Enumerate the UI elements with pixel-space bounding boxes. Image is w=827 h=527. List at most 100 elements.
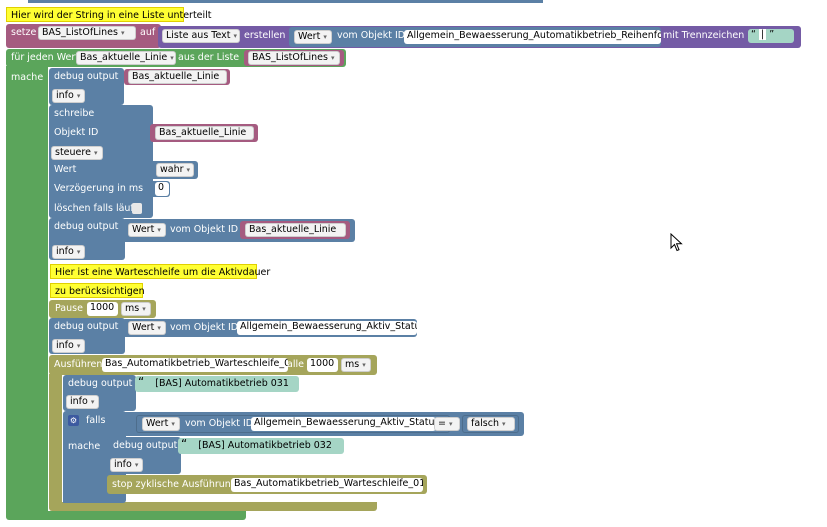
variable-dropdown[interactable]: Bas_aktuelle_Linie bbox=[128, 70, 227, 84]
mouse-cursor-icon bbox=[670, 233, 683, 252]
debug-output-block[interactable]: debug output info ▾ bbox=[49, 218, 125, 260]
debug-output-label: debug output bbox=[54, 321, 119, 332]
debug-output-block[interactable]: debug output info ▾ bbox=[107, 437, 181, 474]
create-keyword: erstellen bbox=[244, 30, 286, 41]
get-value-block[interactable]: Wert ▾ vom Objekt ID Bas_aktuelle_Linie bbox=[122, 219, 355, 242]
debug-output-label: debug output bbox=[54, 221, 119, 232]
value-type-dropdown[interactable]: Wert ▾ bbox=[142, 417, 180, 431]
object-id-field[interactable]: Allgemein_Bewaesserung_Aktiv_Status bbox=[251, 417, 436, 431]
foreach-loop-bottom bbox=[6, 511, 246, 520]
every-keyword: alle bbox=[287, 359, 304, 370]
boolean-dropdown[interactable]: falsch ▾ bbox=[467, 417, 515, 431]
text-value[interactable]: [BAS] Automatikbetrieb 032 bbox=[198, 440, 332, 451]
previous-block-edge bbox=[28, 0, 543, 3]
value-type-dropdown[interactable]: Wert ▾ bbox=[128, 321, 166, 335]
debug-output-label: debug output bbox=[54, 71, 119, 82]
log-level-dropdown[interactable]: info ▾ bbox=[52, 89, 85, 103]
text-value[interactable]: [BAS] Automatikbetrieb 031 bbox=[155, 378, 289, 389]
log-level-dropdown[interactable]: info ▾ bbox=[110, 458, 143, 472]
object-id-label: Objekt ID bbox=[54, 127, 99, 138]
pause-unit-dropdown[interactable]: ms ▾ bbox=[121, 302, 151, 316]
comment-consider-duration[interactable]: zu berücksichtigen bbox=[50, 283, 145, 298]
value-type-dropdown[interactable]: Wert ▾ bbox=[294, 30, 332, 44]
list-variable-block[interactable]: BAS_ListOfLines ▾ bbox=[244, 50, 344, 66]
do-keyword: mache bbox=[68, 441, 101, 452]
debug-output-block[interactable]: debug output info ▾ bbox=[49, 68, 124, 105]
debug-output-block[interactable]: debug output info ▾ bbox=[63, 375, 136, 411]
log-level-dropdown[interactable]: info ▾ bbox=[52, 245, 85, 259]
pause-block[interactable]: Pause 1000 ms ▾ bbox=[49, 300, 156, 318]
text-block[interactable]: “ [BAS] Automatikbetrieb 031 bbox=[135, 376, 299, 392]
get-value-block[interactable]: Wert ▾ vom Objekt ID Allgemein_Bewaesseru… bbox=[289, 27, 661, 47]
pause-value-field[interactable]: 1000 bbox=[87, 302, 118, 316]
debug-output-label: debug output bbox=[68, 378, 133, 389]
write-state-block[interactable]: schreibe Objekt ID steuere ▾ Wert Verzöge… bbox=[49, 105, 153, 218]
delimiter-value[interactable]: | bbox=[758, 29, 767, 40]
if-body-arm bbox=[63, 455, 107, 503]
comment-split-string[interactable]: Hier wird der String in eine Liste unter… bbox=[6, 7, 212, 22]
boolean-block[interactable]: wahr ▾ bbox=[150, 161, 198, 179]
pause-label: Pause bbox=[55, 303, 83, 314]
interval-block[interactable]: Ausführen Bas_Automatikbetrieb_Warteschl… bbox=[49, 355, 377, 375]
operator-dropdown[interactable]: = ▾ bbox=[434, 417, 460, 431]
from-object-keyword: vom Objekt ID bbox=[170, 224, 239, 235]
loop-variable-dropdown[interactable]: Bas_aktuelle_Linie ▾ bbox=[76, 51, 176, 65]
number-block[interactable]: 0 bbox=[150, 181, 170, 197]
from-object-keyword: vom Objekt ID bbox=[185, 418, 254, 429]
if-keyword: falls bbox=[86, 415, 106, 426]
stop-interval-block[interactable]: stop zyklische Ausführung Bas_Automatikb… bbox=[107, 475, 427, 494]
interval-name-field[interactable]: Bas_Automatikbetrieb_Warteschleife_01 bbox=[231, 478, 423, 492]
log-level-dropdown[interactable]: info ▾ bbox=[66, 395, 99, 409]
object-id-field[interactable]: Allgemein_Bewaesserung_Automatikbetrieb_… bbox=[404, 30, 661, 44]
quote-glyph: “ bbox=[181, 438, 188, 451]
foreach-loop-body-arm bbox=[6, 66, 48, 514]
list-from-text-block[interactable]: Liste aus Text ▾ erstellen Wert ▾ vom Obje… bbox=[158, 26, 801, 48]
from-object-keyword: vom Objekt ID bbox=[170, 322, 239, 333]
log-level-dropdown[interactable]: info ▾ bbox=[52, 339, 85, 353]
interval-value-field[interactable]: 1000 bbox=[307, 358, 338, 372]
condition-block[interactable]: Wert ▾ vom Objekt ID Allgemein_Bewaesseru… bbox=[122, 412, 524, 436]
gear-icon[interactable]: ⚙ bbox=[68, 415, 79, 426]
object-id-variable-block[interactable]: Bas_aktuelle_Linie bbox=[150, 124, 258, 142]
object-id-variable-dropdown[interactable]: Bas_aktuelle_Linie bbox=[155, 126, 254, 140]
delay-label: Verzögerung in ms bbox=[54, 183, 144, 194]
delay-value-field[interactable]: 0 bbox=[155, 182, 169, 196]
set-variable-block[interactable]: setze BAS_ListOfLines ▾ auf bbox=[6, 24, 161, 48]
to-keyword: auf bbox=[140, 27, 156, 38]
delimiter-keyword: mit Trennzeichen bbox=[663, 30, 745, 41]
list-variable-dropdown[interactable]: BAS_ListOfLines ▾ bbox=[248, 51, 340, 65]
set-keyword: setze bbox=[11, 27, 37, 38]
comment-wait-loop[interactable]: Hier ist eine Warteschleife um die Aktiv… bbox=[50, 264, 270, 279]
quote-glyph: “ bbox=[138, 376, 145, 389]
from-list-keyword: aus der Liste bbox=[178, 52, 240, 63]
interval-bottom bbox=[49, 502, 377, 511]
interval-name-field[interactable]: Bas_Automatikbetrieb_Warteschleife_01 bbox=[102, 358, 288, 372]
stop-interval-label: stop zyklische Ausführung bbox=[112, 479, 237, 490]
do-keyword: mache bbox=[11, 72, 44, 83]
execute-label: Ausführen bbox=[54, 359, 103, 370]
get-value-block[interactable]: Wert ▾ vom Objekt ID Allgemein_Bewaesseru… bbox=[136, 415, 450, 433]
object-id-variable-dropdown[interactable]: Bas_aktuelle_Linie bbox=[245, 223, 346, 237]
object-id-field[interactable]: Allgemein_Bewaesserung_Aktiv_Status bbox=[237, 321, 417, 335]
variable-dropdown[interactable]: BAS_ListOfLines ▾ bbox=[38, 26, 136, 40]
for-each-keyword: für jeden Wert bbox=[11, 52, 80, 63]
from-object-keyword: vom Objekt ID bbox=[337, 30, 406, 41]
value-type-dropdown[interactable]: Wert ▾ bbox=[128, 223, 166, 237]
debug-output-label: debug output bbox=[113, 440, 178, 451]
boolean-dropdown[interactable]: wahr ▾ bbox=[156, 163, 194, 177]
object-id-variable-block[interactable]: Bas_aktuelle_Linie bbox=[240, 221, 350, 239]
interval-unit-dropdown[interactable]: ms ▾ bbox=[341, 358, 371, 372]
list-mode-dropdown[interactable]: Liste aus Text ▾ bbox=[162, 29, 240, 43]
write-mode-dropdown[interactable]: steuere ▾ bbox=[51, 146, 103, 160]
clear-running-label: löschen falls läuft bbox=[54, 203, 138, 214]
debug-output-block[interactable]: debug output info ▾ bbox=[49, 318, 125, 354]
interval-body-arm bbox=[49, 374, 62, 504]
foreach-loop-block[interactable]: für jeden Wert Bas_aktuelle_Linie ▾ aus d… bbox=[6, 49, 346, 67]
delimiter-text-block[interactable]: “ | ” bbox=[748, 29, 794, 43]
write-label: schreibe bbox=[54, 108, 95, 119]
variable-block[interactable]: Bas_aktuelle_Linie bbox=[124, 69, 230, 85]
text-block[interactable]: “ [BAS] Automatikbetrieb 032 bbox=[178, 438, 344, 454]
clear-running-checkbox[interactable] bbox=[132, 203, 142, 214]
get-value-block[interactable]: Wert ▾ vom Objekt ID Allgemein_Bewaesseru… bbox=[122, 319, 417, 337]
boolean-block[interactable]: falsch ▾ bbox=[462, 415, 519, 433]
